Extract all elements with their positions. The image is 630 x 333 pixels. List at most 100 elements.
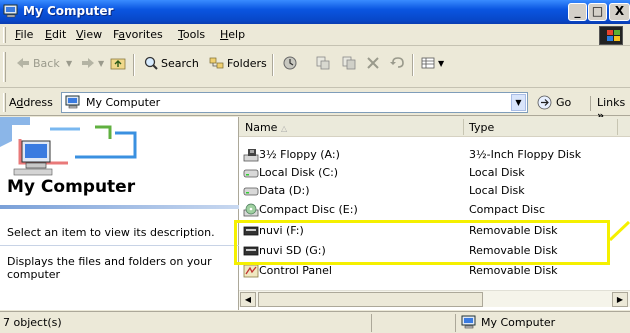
toolbar-grip[interactable] [3, 52, 6, 82]
window-title: My Computer [23, 4, 114, 18]
item-type: Local Disk [469, 166, 525, 179]
status-location: My Computer [481, 316, 556, 329]
content-area: My Computer Select an item to view its d… [0, 117, 630, 310]
copy-to-icon[interactable] [341, 55, 357, 71]
menu-edit-rest: dit [51, 28, 67, 41]
pane-separator [0, 245, 239, 246]
control-panel-icon [243, 264, 259, 278]
item-type: Compact Disc [469, 203, 546, 216]
address-input[interactable]: My Computer ▼ [61, 92, 528, 113]
list-item-compact-disc[interactable]: Compact Disc (E:) Compact Disc [239, 201, 630, 219]
address-label-rest: dress [23, 96, 53, 109]
toolbar-separator [133, 54, 135, 76]
pane-title: My Computer [7, 177, 136, 197]
address-label: Address [9, 96, 53, 109]
menu-tools[interactable]: Tools [178, 28, 205, 41]
search-button[interactable]: Search [161, 57, 199, 70]
item-type: 3½-Inch Floppy Disk [469, 148, 582, 161]
windows-logo [599, 26, 623, 45]
details-pane: My Computer Select an item to view its d… [0, 117, 239, 310]
status-count: 7 object(s) [3, 316, 62, 329]
column-divider[interactable] [463, 119, 464, 135]
views-icon[interactable] [420, 55, 436, 71]
floppy-drive-icon [243, 149, 259, 162]
menu-favorites[interactable]: Favorites [113, 28, 163, 41]
back-arrow-icon[interactable] [15, 55, 31, 71]
scroll-left-button[interactable]: ◀ [240, 292, 256, 307]
address-value: My Computer [86, 96, 161, 109]
maximize-button[interactable]: □ [588, 3, 607, 21]
item-type: Local Disk [469, 184, 525, 197]
move-to-icon[interactable] [315, 55, 331, 71]
delete-icon[interactable] [365, 55, 381, 71]
menu-view[interactable]: View [76, 28, 102, 41]
scroll-thumb[interactable] [258, 292, 483, 307]
item-name: Control Panel [259, 264, 332, 277]
highlight-pointer [609, 221, 630, 241]
pane-divider [0, 205, 239, 209]
toolbar-separator [272, 54, 274, 76]
menu-edit[interactable]: Edit [45, 28, 66, 41]
go-arrow-icon[interactable] [537, 95, 552, 110]
my-computer-icon [65, 95, 80, 109]
go-button[interactable]: Go [556, 96, 571, 109]
menu-help[interactable]: Help [220, 28, 245, 41]
forward-dropdown-icon[interactable]: ▼ [98, 59, 104, 68]
cd-drive-icon [243, 203, 259, 217]
horizontal-scrollbar[interactable]: ◀ ▶ [239, 290, 630, 307]
back-dropdown-icon[interactable]: ▼ [66, 59, 72, 68]
column-name[interactable]: Name △ [245, 121, 287, 134]
up-folder-icon[interactable] [110, 55, 126, 71]
hard-disk-icon [243, 187, 259, 196]
sort-ascending-icon: △ [280, 124, 288, 133]
toolbar-separator [412, 54, 414, 76]
minimize-button[interactable]: _ [568, 3, 587, 21]
undo-icon[interactable] [389, 55, 405, 71]
my-computer-icon [3, 4, 18, 18]
folders-button[interactable]: Folders [227, 57, 267, 70]
menu-view-rest: iew [83, 28, 103, 41]
item-name: Data (D:) [259, 184, 310, 197]
history-icon[interactable] [282, 55, 298, 71]
pane-description: Displays the files and folders on your c… [7, 255, 212, 281]
logo-blue [607, 36, 613, 41]
column-divider[interactable] [617, 119, 618, 135]
menu-favorites-rest: vorites [125, 28, 163, 41]
menu-grip[interactable] [3, 27, 6, 43]
links-toolbar[interactable]: Links » [590, 96, 630, 122]
scroll-right-button[interactable]: ▶ [612, 292, 628, 307]
column-header: Name △ Type [239, 117, 630, 137]
list-item-local-disk-c[interactable]: Local Disk (C:) Local Disk [239, 164, 630, 182]
item-name: Compact Disc (E:) [259, 203, 358, 216]
menu-help-rest: elp [228, 28, 246, 41]
item-name: 3½ Floppy (A:) [259, 148, 340, 161]
address-grip[interactable] [3, 93, 6, 112]
menu-bar: File Edit View Favorites Tools Help [0, 24, 630, 46]
toolbar: Back ▼ ▼ Search Folders ▼ [0, 47, 630, 88]
list-item-floppy[interactable]: 3½ Floppy (A:) 3½-Inch Floppy Disk [239, 146, 630, 164]
my-computer-icon [461, 315, 476, 329]
menu-tools-rest: ools [182, 28, 206, 41]
item-name: Local Disk (C:) [259, 166, 339, 179]
back-button[interactable]: Back [33, 57, 60, 70]
views-dropdown-icon[interactable]: ▼ [438, 59, 444, 68]
close-button[interactable]: X [609, 3, 630, 21]
list-item-data-d[interactable]: Data (D:) Local Disk [239, 182, 630, 200]
logo-yellow [614, 36, 620, 41]
links-label: Links [597, 96, 626, 109]
folders-icon[interactable] [209, 55, 225, 71]
menu-file-rest: ile [20, 28, 34, 41]
status-cell [371, 314, 454, 332]
logo-red [607, 30, 613, 35]
address-dropdown-button[interactable]: ▼ [511, 94, 526, 111]
pane-hint: Select an item to view its description. [7, 226, 215, 239]
title-bar[interactable]: My Computer _ □ X [0, 0, 630, 24]
column-type[interactable]: Type [469, 121, 494, 134]
status-bar: 7 object(s) My Computer [0, 311, 630, 333]
search-icon[interactable] [143, 55, 159, 71]
my-computer-banner-art [0, 117, 137, 176]
logo-green [614, 30, 620, 35]
forward-arrow-icon[interactable] [80, 55, 96, 71]
menu-file[interactable]: File [15, 28, 33, 41]
column-name-label: Name [245, 121, 278, 134]
